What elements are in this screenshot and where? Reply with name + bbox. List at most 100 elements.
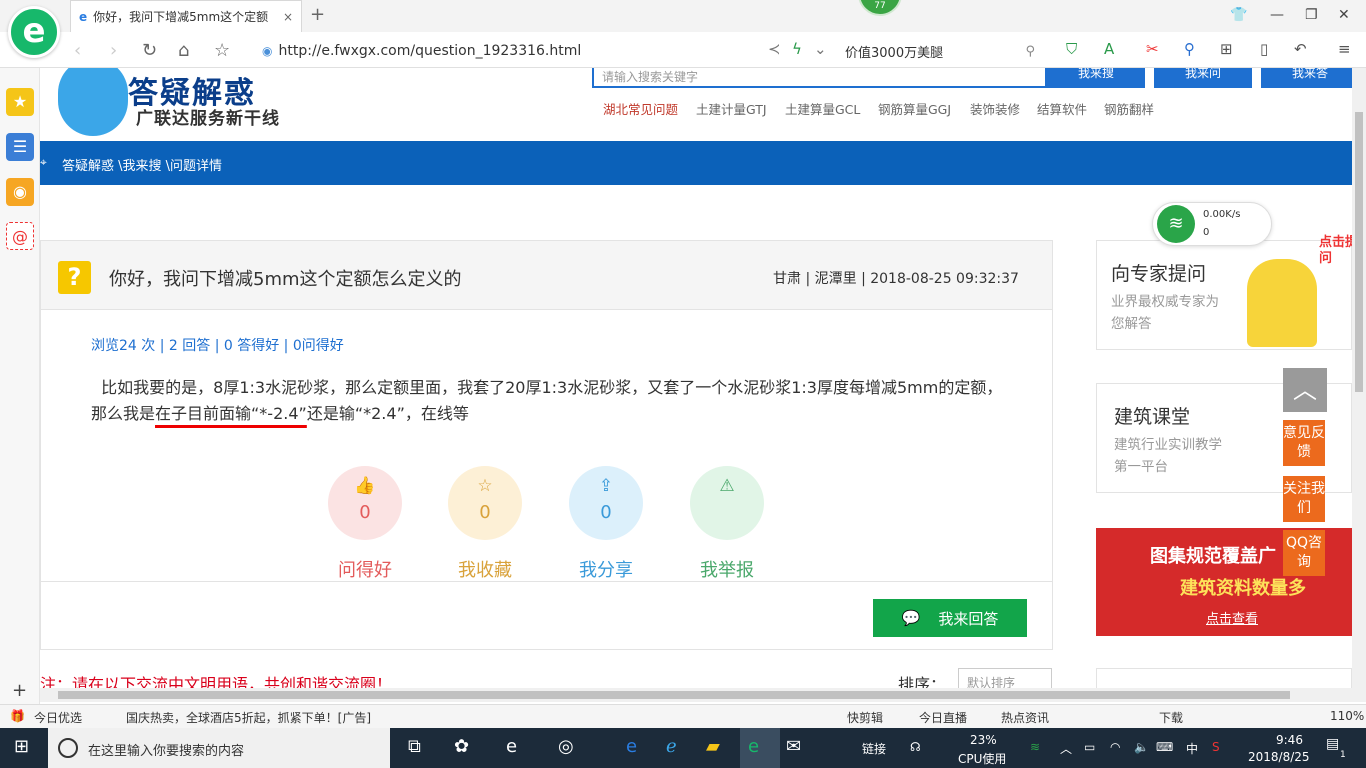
horizontal-scroll-thumb[interactable]	[58, 691, 1290, 699]
feedback-button[interactable]: 意见反馈	[1283, 420, 1325, 466]
qq-button[interactable]: QQ咨询	[1283, 530, 1325, 576]
hot-link[interactable]: 钢筋算量GGJ	[878, 99, 951, 118]
clock-time[interactable]: 9:46	[1276, 733, 1303, 747]
mail-icon[interactable]: ✉	[786, 736, 801, 757]
url-field[interactable]: ◉ http://e.fwxgx.com/question_1923316.ht…	[262, 40, 752, 62]
search-icon[interactable]: ⚲	[1025, 44, 1035, 59]
ask-button[interactable]: 我来问	[1154, 68, 1252, 88]
today-picks[interactable]: 今日优选	[34, 709, 82, 726]
share-button[interactable]: ⇪ 0	[569, 466, 643, 540]
share-icon[interactable]: ≺	[768, 40, 781, 58]
hot-link[interactable]: 土建算量GCL	[785, 99, 860, 118]
back-to-top-icon[interactable]: ︿	[1283, 368, 1327, 412]
folder-icon[interactable]: ▰	[706, 736, 720, 757]
notification-icon[interactable]: ▤	[1326, 736, 1339, 752]
windows-start-icon[interactable]: ⊞	[14, 736, 29, 757]
click-ask-bubble[interactable]: 点击提问	[1319, 235, 1352, 267]
people-icon[interactable]: ☊	[910, 740, 921, 754]
clock-date[interactable]: 2018/8/25	[1248, 750, 1310, 764]
refresh-icon[interactable]: ↻	[142, 40, 157, 61]
network-icon[interactable]: ◠	[1110, 740, 1120, 754]
minimize-icon[interactable]: —	[1270, 7, 1284, 23]
chevron-up-icon[interactable]: ︿	[1060, 740, 1072, 757]
browser-search-input[interactable]: 价值3000万美腿 ⚲	[845, 40, 1035, 62]
zoom-level[interactable]: 110%	[1330, 709, 1364, 723]
news-link[interactable]: 热点资讯	[1001, 709, 1049, 726]
restore-icon[interactable]: ❐	[1305, 7, 1318, 23]
good-label[interactable]: 问得好	[320, 556, 410, 582]
add-sidebar-icon[interactable]: +	[12, 680, 27, 701]
translate-icon[interactable]: A	[1104, 40, 1114, 58]
keyboard-icon[interactable]: ⌨	[1156, 740, 1173, 754]
wifi-tray-icon[interactable]: ≋	[1030, 740, 1040, 754]
hot-link[interactable]: 装饰装修	[970, 99, 1020, 118]
hot-link[interactable]: 结算软件	[1037, 99, 1087, 118]
banner-button[interactable]: 点击查看	[1206, 608, 1258, 627]
ad-text[interactable]: 国庆热卖，全球酒店5折起，抓紧下单！[广告]	[126, 709, 371, 726]
task-view-icon[interactable]: ⧉	[408, 736, 421, 757]
apps-grid-icon[interactable]: ⊞	[1220, 40, 1233, 58]
chevron-down-icon[interactable]: ⌄	[814, 40, 827, 58]
ie-icon[interactable]: ℯ	[666, 736, 677, 757]
taskbar-search[interactable]: 在这里输入你要搜索的内容	[48, 728, 390, 768]
warning-icon: ⚠	[719, 476, 735, 496]
forward-icon[interactable]: ›	[110, 40, 117, 61]
email-icon[interactable]: @	[6, 222, 34, 250]
tab-close-icon[interactable]: ×	[283, 10, 293, 24]
weibo-icon[interactable]: ◉	[6, 178, 34, 206]
news-icon[interactable]: ☰	[6, 133, 34, 161]
star-outline-icon: ☆	[477, 476, 493, 496]
favorite-label[interactable]: 我收藏	[440, 556, 530, 582]
expert-card[interactable]: 向专家提问 业界最权威专家为您解答 点击提问	[1096, 235, 1352, 350]
favorites-icon[interactable]: ★	[6, 88, 34, 116]
hot-link[interactable]: 湖北常见问题	[603, 99, 678, 118]
shirt-skin-icon[interactable]: 👕	[1230, 7, 1247, 23]
close-window-icon[interactable]: ✕	[1338, 7, 1350, 23]
active-app-tile[interactable]	[740, 728, 780, 768]
answer-top-button[interactable]: 我来答	[1261, 68, 1352, 88]
vertical-scroll-thumb[interactable]	[1355, 112, 1363, 392]
wifi-icon: ≋	[1157, 205, 1195, 243]
browser-tab[interactable]: e 你好，我问下增减5mm这个定额 ×	[70, 0, 302, 32]
live-link[interactable]: 今日直播	[919, 709, 967, 726]
network-widget[interactable]: ≋ 0.00K/s 0	[1152, 202, 1272, 246]
active-browser-icon[interactable]: e	[748, 736, 759, 757]
sogou-icon[interactable]: S	[1212, 740, 1220, 754]
volume-icon[interactable]: 🔈	[1134, 740, 1149, 754]
undo-icon[interactable]: ↶	[1294, 40, 1307, 58]
report-label[interactable]: 我举报	[682, 556, 772, 582]
good-question-button[interactable]: 👍 0	[328, 466, 402, 540]
magnifier-icon[interactable]: ⚲	[1184, 40, 1195, 58]
hot-link[interactable]: 土建计量GTJ	[696, 99, 767, 118]
app-icon[interactable]: ✿	[454, 736, 469, 757]
new-tab-button[interactable]: +	[310, 4, 325, 25]
follow-button[interactable]: 关注我们	[1283, 476, 1325, 522]
favorite-button[interactable]: ☆ 0	[448, 466, 522, 540]
answer-button[interactable]: 💬 我来回答	[873, 599, 1027, 637]
home-icon[interactable]: ⌂	[178, 40, 189, 61]
browser-logo-icon[interactable]: e	[8, 6, 60, 58]
edge-icon[interactable]: e	[626, 736, 637, 757]
browser-e-icon[interactable]: e	[506, 736, 517, 757]
search-button[interactable]: 我来搜	[1047, 68, 1145, 88]
tray-link[interactable]: 链接	[862, 740, 886, 757]
report-button[interactable]: ⚠	[690, 466, 764, 540]
lightning-icon[interactable]: ϟ	[792, 40, 802, 58]
share-label[interactable]: 我分享	[561, 556, 651, 582]
hot-link[interactable]: 钢筋翻样	[1104, 99, 1154, 118]
tablet-icon[interactable]: ▯	[1260, 40, 1268, 58]
network-count: 0	[1203, 227, 1210, 238]
shield-icon[interactable]: ⛉	[1066, 40, 1077, 58]
breadcrumb-text[interactable]: 答疑解惑 \我来搜 \问题详情	[62, 159, 222, 174]
site-search-input[interactable]: 请输入搜索关键字	[592, 68, 1047, 88]
chrome-like-icon[interactable]: ◎	[558, 736, 574, 757]
battery-icon[interactable]: ▭	[1084, 740, 1095, 754]
back-icon[interactable]: ‹	[74, 40, 81, 61]
scissors-icon[interactable]: ✂	[1146, 40, 1159, 58]
quick-edit-link[interactable]: 快剪辑	[847, 709, 883, 726]
menu-icon[interactable]: ≡	[1338, 40, 1351, 58]
ime-indicator[interactable]: 中	[1186, 740, 1198, 757]
sort-select[interactable]: 默认排序	[958, 668, 1052, 688]
download-link[interactable]: 下载	[1159, 709, 1183, 726]
star-icon[interactable]: ☆	[214, 40, 230, 61]
